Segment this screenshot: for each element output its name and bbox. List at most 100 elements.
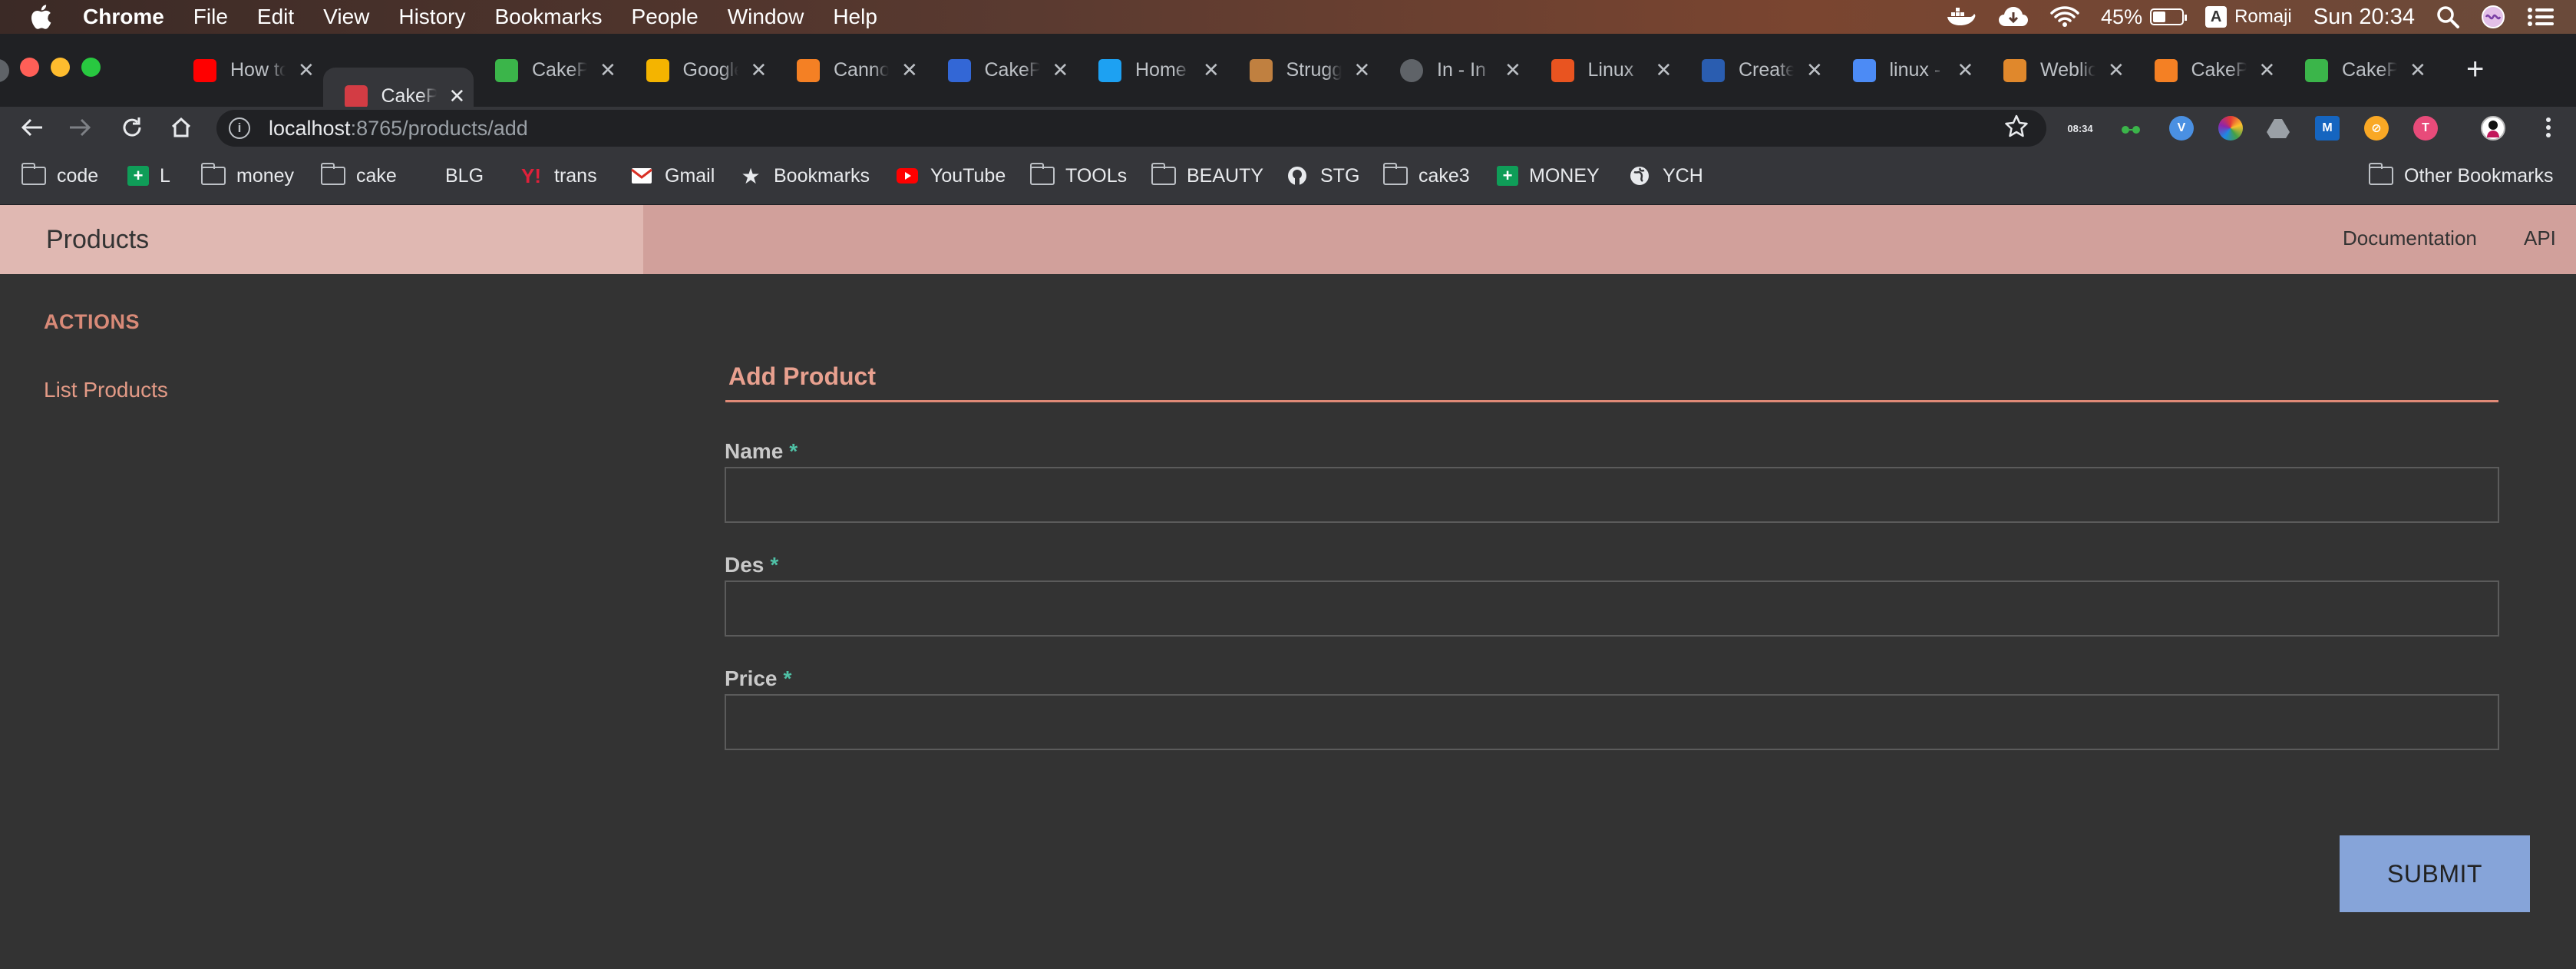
new-tab-button[interactable]: + (2466, 52, 2484, 87)
bookmark-stg[interactable]: STG (1285, 164, 1359, 188)
bookmark-youtube[interactable]: YouTube (895, 164, 1006, 188)
tab-close-icon[interactable]: ✕ (2409, 58, 2426, 82)
bookmark-label: trans (554, 164, 597, 187)
bookmark-tools[interactable]: TOOLs (1030, 163, 1127, 188)
bookmark-cake3[interactable]: cake3 (1383, 163, 1470, 188)
address-url[interactable]: localhost:8765/products/add (269, 117, 528, 141)
browser-tab[interactable]: Struggle ✕ (1249, 49, 1371, 91)
bookmark-star-icon[interactable] (2005, 114, 2028, 137)
siri-icon[interactable] (2481, 5, 2505, 29)
menu-app-name[interactable]: Chrome (83, 5, 164, 29)
wifi-icon[interactable] (2050, 6, 2079, 28)
bookmark-blg[interactable]: BLG (427, 164, 484, 188)
menu-history[interactable]: History (398, 5, 465, 29)
battery-icon[interactable] (2150, 8, 2188, 25)
tab-close-icon[interactable]: ✕ (2259, 58, 2276, 82)
docker-icon[interactable] (1946, 6, 1977, 28)
input-source-icon[interactable]: A (2205, 6, 2228, 28)
browser-tab[interactable]: Linux ✕ (1551, 49, 1673, 91)
window-close-button[interactable] (20, 58, 39, 77)
bookmark-gmail[interactable]: Gmail (629, 164, 715, 188)
price-label: Price * (725, 666, 791, 691)
browser-tab[interactable]: CakePHP ✕ (947, 49, 1069, 91)
other-bookmarks-folder[interactable]: Other Bookmarks (2369, 163, 2554, 188)
bookmark-bookmarks[interactable]: ★ Bookmarks (738, 164, 870, 188)
address-bar[interactable]: i localhost:8765/products/add (216, 110, 2046, 147)
bookmark-l[interactable]: + L (127, 164, 170, 188)
browser-tab[interactable]: In - In ✕ (1400, 49, 1521, 91)
bookmark-cake[interactable]: cake (321, 163, 397, 188)
cloud-sync-icon[interactable] (1998, 6, 2029, 28)
bookmark-money[interactable]: money (201, 163, 294, 188)
glasses-extension-icon[interactable] (2119, 116, 2143, 141)
tab-close-icon[interactable]: ✕ (1656, 58, 1673, 82)
apple-logo-icon[interactable] (29, 5, 52, 29)
compass-extension-icon[interactable]: ⊘ (2364, 116, 2389, 141)
clock-extension-icon[interactable]: 08:34 (2067, 116, 2093, 141)
tab-close-icon[interactable]: ✕ (449, 84, 466, 108)
browser-tab[interactable]: Cannot ✕ (797, 49, 918, 91)
browser-tab[interactable]: Weblio ✕ (2003, 49, 2125, 91)
back-button[interactable] (17, 107, 48, 148)
menu-help[interactable]: Help (833, 5, 877, 29)
tab-close-icon[interactable]: ✕ (1354, 58, 1371, 82)
browser-tab[interactable]: Home ✕ (1098, 49, 1220, 91)
tab-close-icon[interactable]: ✕ (1957, 58, 1974, 82)
browser-tab[interactable]: linux - ✕ (1852, 49, 1974, 91)
home-button[interactable] (166, 107, 197, 148)
list-products-link[interactable]: List Products (44, 378, 168, 402)
m-extension-icon[interactable]: M (2315, 116, 2340, 141)
stackoverflow-icon (2154, 58, 2178, 82)
tab-close-icon[interactable]: ✕ (1504, 58, 1521, 82)
browser-tab[interactable] (0, 49, 23, 91)
reload-button[interactable] (117, 107, 147, 148)
vimium-extension-icon[interactable]: V (2169, 116, 2194, 141)
des-input[interactable] (725, 580, 2499, 637)
submit-button[interactable]: SUBMIT (2340, 835, 2530, 912)
bookmark-money[interactable]: + MONEY (1497, 164, 1600, 188)
menubar-clock[interactable]: Sun 20:34 (2313, 5, 2415, 30)
profile-avatar[interactable] (2481, 116, 2505, 141)
color-picker-extension-icon[interactable] (2218, 116, 2243, 141)
bookmark-ych[interactable]: YCH (1627, 164, 1703, 188)
forward-button[interactable] (64, 107, 95, 148)
sheets-icon: + (1497, 166, 1518, 186)
chrome-menu-icon[interactable] (2533, 107, 2564, 148)
browser-tab[interactable]: How to ✕ (193, 49, 315, 91)
window-zoom-button[interactable] (81, 58, 101, 77)
browser-tab[interactable]: Create ✕ (1702, 49, 1823, 91)
app-brand[interactable]: Products (0, 205, 643, 274)
browser-tab[interactable]: CakePHP ✕ (2154, 49, 2276, 91)
api-link[interactable]: API (2524, 227, 2556, 250)
tab-close-icon[interactable]: ✕ (2108, 58, 2125, 82)
tab-close-icon[interactable]: ✕ (751, 58, 768, 82)
spotlight-search-icon[interactable] (2436, 5, 2459, 28)
browser-tab[interactable]: Google ✕ (646, 49, 768, 91)
tab-close-icon[interactable]: ✕ (599, 58, 616, 82)
tab-close-icon[interactable]: ✕ (298, 58, 315, 82)
t-extension-icon[interactable]: T (2413, 116, 2438, 141)
tab-close-icon[interactable]: ✕ (1052, 58, 1069, 82)
tab-close-icon[interactable]: ✕ (1203, 58, 1220, 82)
input-source-label[interactable]: Romaji (2234, 6, 2292, 28)
menu-edit[interactable]: Edit (257, 5, 294, 29)
bookmark-code[interactable]: code (21, 163, 98, 188)
browser-tab[interactable]: CakePHP ✕ (495, 49, 616, 91)
tab-close-icon[interactable]: ✕ (1806, 58, 1823, 82)
tab-close-icon[interactable]: ✕ (901, 58, 918, 82)
site-info-icon[interactable]: i (229, 117, 250, 139)
google-drive-extension-icon[interactable] (2266, 116, 2290, 141)
bookmark-beauty[interactable]: BEAUTY (1151, 163, 1263, 188)
name-input[interactable] (725, 467, 2499, 523)
window-minimize-button[interactable] (51, 58, 70, 77)
menu-window[interactable]: Window (728, 5, 804, 29)
documentation-link[interactable]: Documentation (2343, 227, 2477, 250)
menu-bookmarks[interactable]: Bookmarks (494, 5, 602, 29)
menu-view[interactable]: View (323, 5, 369, 29)
menu-file[interactable]: File (193, 5, 228, 29)
browser-tab[interactable]: CakePHP ✕ (2305, 49, 2426, 91)
notification-center-icon[interactable] (2527, 6, 2555, 28)
bookmark-trans[interactable]: Y! trans (519, 164, 597, 188)
price-input[interactable] (725, 694, 2499, 750)
menu-people[interactable]: People (632, 5, 698, 29)
